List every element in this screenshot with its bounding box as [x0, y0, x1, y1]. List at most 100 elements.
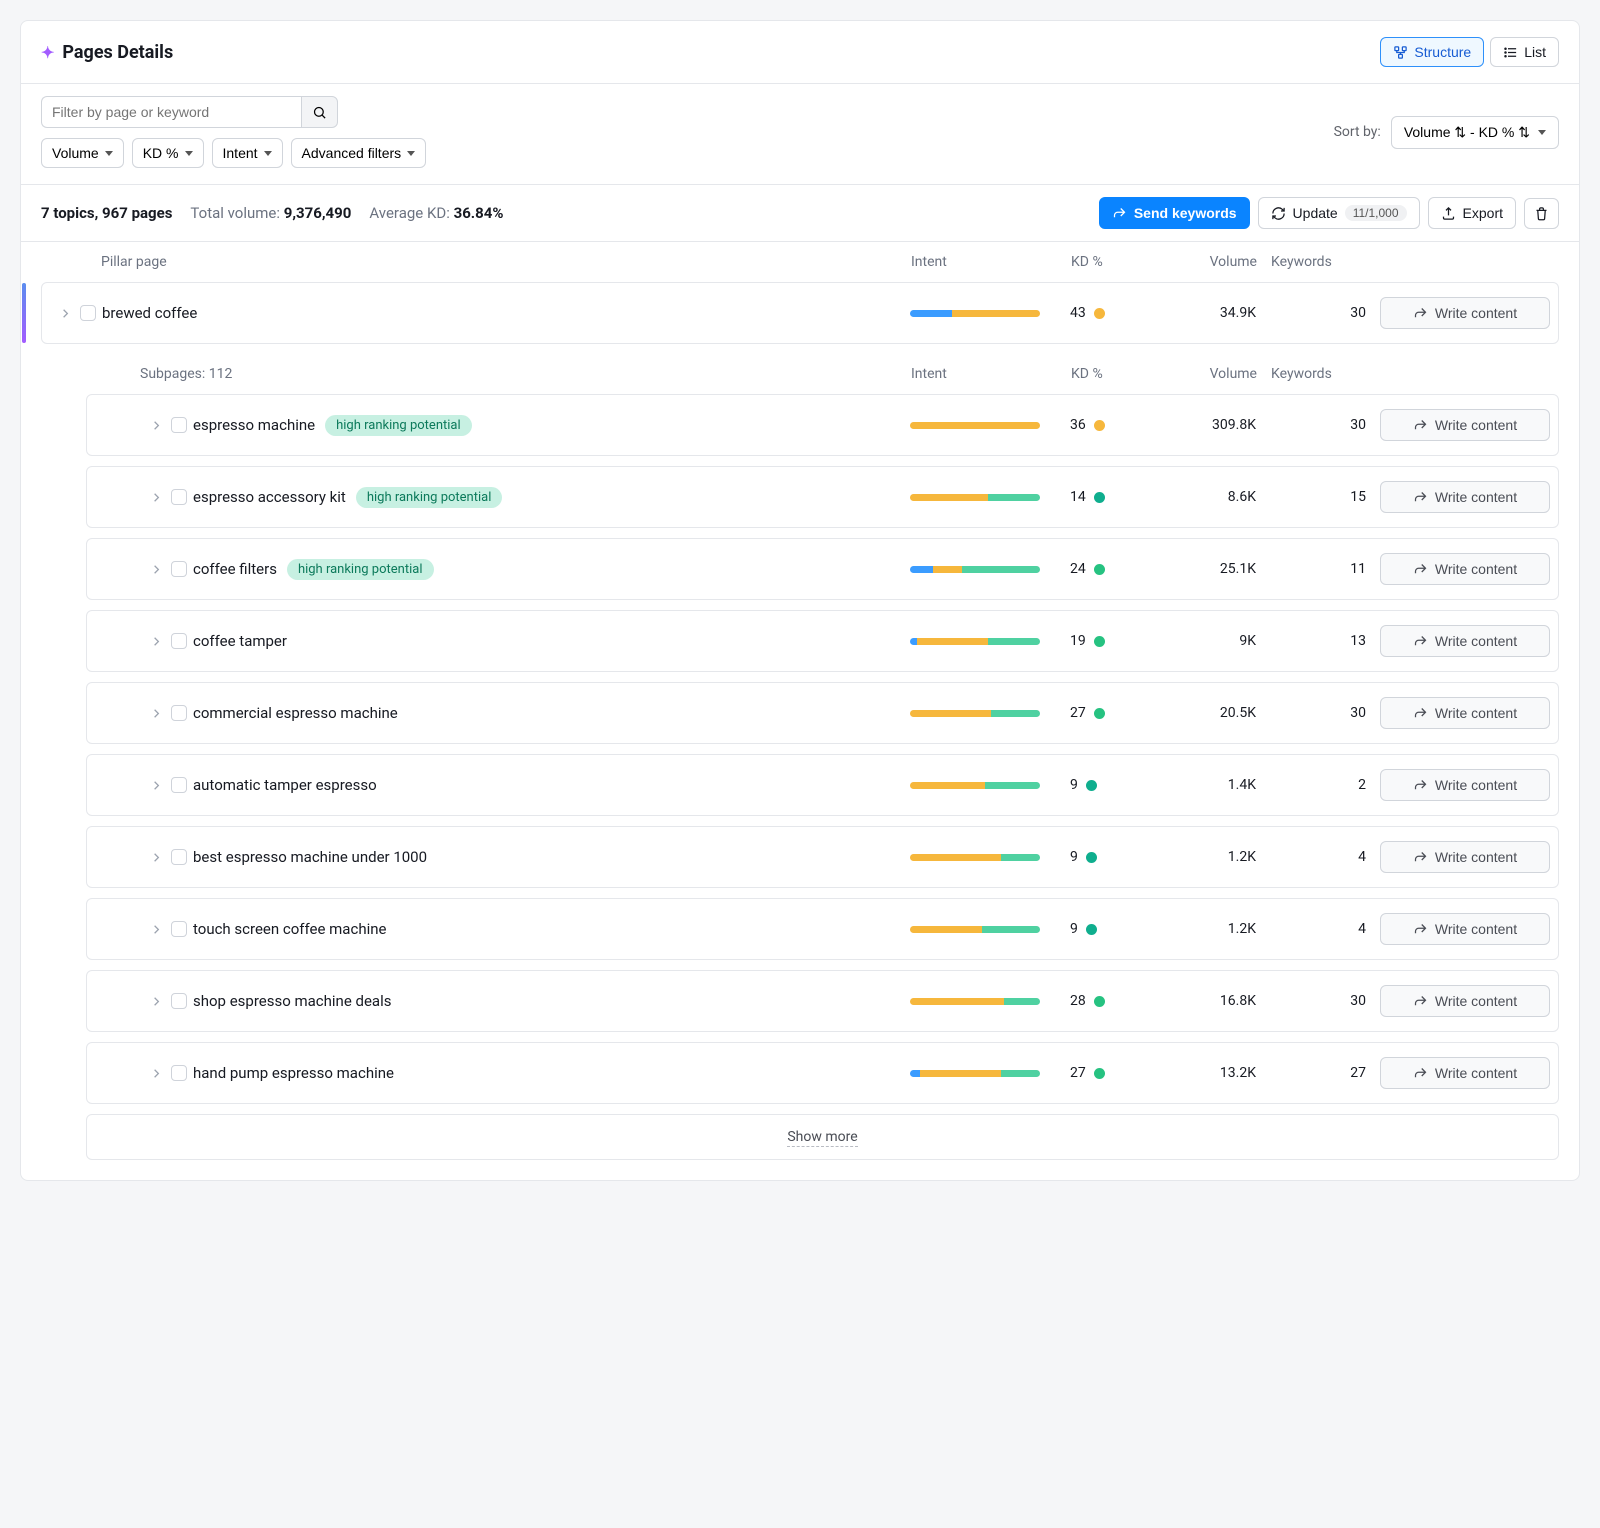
write-content-button[interactable]: Write content [1380, 409, 1550, 441]
ranking-tag: high ranking potential [287, 559, 434, 580]
filter-advanced[interactable]: Advanced filters [291, 138, 427, 168]
pages-details-panel: ✦ Pages Details Structure List Volume [20, 20, 1580, 1181]
write-content-button[interactable]: Write content [1380, 841, 1550, 873]
subpage-row: coffee filtershigh ranking potential2425… [87, 539, 1558, 599]
expand-toggle[interactable] [141, 706, 171, 721]
write-content-button[interactable]: Write content [1380, 697, 1550, 729]
subpage-name: commercial espresso machine [193, 704, 910, 722]
show-more-button[interactable]: Show more [86, 1114, 1559, 1160]
expand-toggle[interactable] [50, 306, 80, 321]
row-checkbox[interactable] [171, 849, 187, 865]
structure-view-button[interactable]: Structure [1380, 37, 1484, 67]
kd-cell: 19 [1070, 633, 1160, 649]
update-button[interactable]: Update 11/1,000 [1258, 197, 1420, 229]
search-group [41, 96, 426, 128]
ranking-tag: high ranking potential [325, 415, 472, 436]
share-arrow-icon [1413, 706, 1428, 721]
pillar-accent [22, 283, 26, 343]
keywords-cell: 30 [1270, 417, 1380, 433]
write-content-button[interactable]: Write content [1380, 625, 1550, 657]
keywords-cell: 13 [1270, 633, 1380, 649]
subpage-name: automatic tamper espresso [193, 776, 910, 794]
volume-cell: 9K [1160, 633, 1270, 649]
send-keywords-button[interactable]: Send keywords [1099, 197, 1250, 229]
expand-toggle[interactable] [141, 850, 171, 865]
kd-dot [1094, 996, 1105, 1007]
keywords-cell: 15 [1270, 489, 1380, 505]
row-checkbox[interactable] [171, 705, 187, 721]
volume-cell: 34.9K [1160, 305, 1270, 321]
col-volume: Volume [1161, 366, 1271, 382]
subpages-label: Subpages: 112 [140, 366, 911, 382]
expand-toggle[interactable] [141, 994, 171, 1009]
subpage-name: espresso machinehigh ranking potential [193, 415, 910, 436]
row-checkbox[interactable] [171, 417, 187, 433]
kd-cell: 43 [1070, 305, 1160, 321]
expand-toggle[interactable] [141, 490, 171, 505]
share-arrow-icon [1112, 206, 1127, 221]
write-content-button[interactable]: Write content [1380, 769, 1550, 801]
keywords-cell: 30 [1270, 305, 1380, 321]
expand-toggle[interactable] [141, 562, 171, 577]
row-checkbox[interactable] [171, 993, 187, 1009]
share-arrow-icon [1413, 778, 1428, 793]
sort-button[interactable]: Volume ⇅ - KD % ⇅ [1391, 116, 1559, 149]
list-icon [1503, 45, 1518, 60]
subpage-row: hand pump espresso machine2713.2K27Write… [87, 1043, 1558, 1103]
volume-cell: 1.2K [1160, 849, 1270, 865]
intent-cell [910, 926, 1070, 933]
expand-toggle[interactable] [141, 1066, 171, 1081]
export-button[interactable]: Export [1428, 197, 1516, 229]
row-checkbox[interactable] [171, 1065, 187, 1081]
row-checkbox[interactable] [171, 777, 187, 793]
kd-dot [1094, 308, 1105, 319]
kd-cell: 14 [1070, 489, 1160, 505]
expand-toggle[interactable] [141, 634, 171, 649]
delete-button[interactable] [1524, 198, 1559, 229]
list-view-button[interactable]: List [1490, 37, 1559, 67]
col-kd: KD % [1071, 254, 1161, 270]
subpage-name: best espresso machine under 1000 [193, 848, 910, 866]
subpage-name: hand pump espresso machine [193, 1064, 910, 1082]
subpage-row: automatic tamper espresso91.4K2Write con… [87, 755, 1558, 815]
share-arrow-icon [1413, 634, 1428, 649]
filter-volume[interactable]: Volume [41, 138, 124, 168]
expand-toggle[interactable] [141, 922, 171, 937]
structure-icon [1393, 45, 1408, 60]
intent-cell [910, 310, 1070, 317]
chevron-down-icon [264, 151, 272, 156]
summary-bar: 7 topics, 967 pages Total volume: 9,376,… [21, 184, 1579, 242]
chevron-down-icon [105, 151, 113, 156]
row-checkbox[interactable] [80, 305, 96, 321]
search-button[interactable] [301, 96, 338, 128]
row-checkbox[interactable] [171, 489, 187, 505]
intent-cell [910, 782, 1070, 789]
write-content-button[interactable]: Write content [1380, 1057, 1550, 1089]
filters-row: Volume KD % Intent Advanced filters Sort… [21, 84, 1579, 184]
kd-cell: 9 [1070, 777, 1160, 793]
write-content-button[interactable]: Write content [1380, 985, 1550, 1017]
write-content-button[interactable]: Write content [1380, 913, 1550, 945]
filter-intent[interactable]: Intent [212, 138, 283, 168]
trash-icon [1534, 206, 1549, 221]
chevron-down-icon [1538, 130, 1546, 135]
search-input[interactable] [41, 96, 301, 128]
panel-header: ✦ Pages Details Structure List [21, 21, 1579, 84]
view-toggle: Structure List [1380, 37, 1559, 67]
write-content-button[interactable]: Write content [1380, 297, 1550, 329]
kd-cell: 24 [1070, 561, 1160, 577]
subpage-row: espresso machinehigh ranking potential36… [87, 395, 1558, 455]
row-checkbox[interactable] [171, 561, 187, 577]
intent-cell [910, 422, 1070, 429]
expand-toggle[interactable] [141, 778, 171, 793]
sort-group: Sort by: Volume ⇅ - KD % ⇅ [1334, 116, 1559, 149]
kd-cell: 9 [1070, 921, 1160, 937]
write-content-button[interactable]: Write content [1380, 481, 1550, 513]
row-checkbox[interactable] [171, 921, 187, 937]
col-pillar: Pillar page [101, 254, 911, 270]
filter-kd[interactable]: KD % [132, 138, 204, 168]
write-content-button[interactable]: Write content [1380, 553, 1550, 585]
expand-toggle[interactable] [141, 418, 171, 433]
subpage-row: commercial espresso machine2720.5K30Writ… [87, 683, 1558, 743]
row-checkbox[interactable] [171, 633, 187, 649]
